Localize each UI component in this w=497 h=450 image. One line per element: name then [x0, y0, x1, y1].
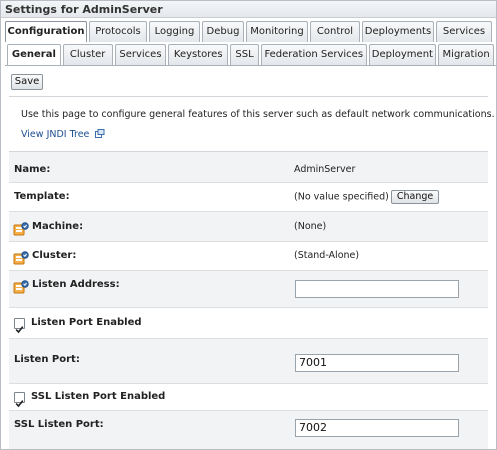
template-value: (No value specified) [294, 191, 389, 203]
listen-port-enabled-row: Listen Port Enabled [9, 308, 488, 339]
name-label: Name: [14, 164, 51, 175]
cluster-value: (Stand-Alone) [294, 250, 360, 261]
listen-port-row: Listen Port: 7001 [9, 339, 488, 384]
template-value-wrap: (No value specified) Change [294, 190, 440, 204]
panel-title: Settings for AdminServer [1, 1, 496, 18]
listen-address-row: Listen Address: [9, 271, 488, 308]
subtab-migration[interactable]: Migration [438, 44, 494, 65]
subtab-cluster[interactable]: Cluster [62, 44, 113, 65]
ssl-listen-port-label: SSL Listen Port: [14, 419, 104, 430]
secondary-tab-bar: General Cluster Services Keystores SSL F… [7, 44, 496, 65]
tab-debug[interactable]: Debug [202, 21, 244, 42]
external-link-icon [95, 129, 105, 141]
ssl-listen-port-row: SSL Listen Port: 7002 [9, 411, 488, 449]
cluster-label: Cluster: [32, 250, 77, 261]
cluster-row: Cluster: (Stand-Alone) [9, 242, 488, 271]
settings-panel: Settings for AdminServer Configuration P… [0, 0, 497, 450]
subtab-keystores[interactable]: Keystores [168, 44, 229, 65]
subtab-deployment[interactable]: Deployment [368, 44, 437, 65]
restart-required-icon [13, 221, 29, 236]
tab-logging[interactable]: Logging [149, 21, 200, 42]
page-description: Use this page to configure general featu… [21, 109, 495, 120]
toolbar-divider [9, 96, 488, 97]
save-button[interactable]: Save [11, 74, 43, 90]
subtab-general[interactable]: General [7, 44, 61, 65]
subtab-services[interactable]: Services [114, 44, 167, 65]
listen-address-label: Listen Address: [32, 279, 120, 290]
ssl-listen-port-input[interactable]: 7002 [295, 419, 459, 437]
subtab-federation-services[interactable]: Federation Services [260, 44, 367, 65]
change-template-button[interactable]: Change [390, 190, 440, 204]
ssl-listen-port-enabled-label: SSL Listen Port Enabled [31, 391, 166, 402]
listen-port-enabled-label: Listen Port Enabled [31, 317, 142, 328]
checkmark-icon [15, 326, 24, 334]
checkmark-icon [15, 400, 24, 408]
primary-tab-bar: Configuration Protocols Logging Debug Mo… [5, 21, 496, 42]
tab-configuration[interactable]: Configuration [5, 21, 87, 42]
listen-port-label: Listen Port: [14, 354, 80, 365]
ssl-listen-port-enabled-row: SSL Listen Port Enabled [9, 384, 488, 411]
tab-deployments[interactable]: Deployments [362, 21, 434, 42]
restart-required-icon [13, 279, 29, 294]
tab-services[interactable]: Services [436, 21, 492, 42]
restart-required-icon [13, 250, 29, 265]
listen-port-input[interactable]: 7001 [295, 354, 459, 372]
view-jndi-tree-link[interactable]: View JNDI Tree [21, 129, 105, 141]
template-row: Template: (No value specified) Change [9, 183, 488, 212]
jndi-link-label: View JNDI Tree [21, 129, 90, 140]
ssl-listen-port-enabled-checkbox[interactable] [14, 392, 25, 408]
name-value: AdminServer [294, 164, 356, 175]
subtab-ssl[interactable]: SSL [230, 44, 259, 65]
name-row: Name: AdminServer [9, 152, 488, 183]
template-label: Template: [14, 191, 70, 202]
listen-address-input[interactable] [295, 280, 459, 298]
machine-label: Machine: [32, 221, 84, 232]
tab-protocols[interactable]: Protocols [89, 21, 147, 42]
machine-row: Machine: (None) [9, 212, 488, 242]
tab-control[interactable]: Control [310, 21, 360, 42]
listen-port-enabled-checkbox[interactable] [14, 318, 25, 334]
tab-monitoring[interactable]: Monitoring [246, 21, 308, 42]
machine-value: (None) [294, 221, 327, 232]
tab-divider [5, 65, 496, 66]
